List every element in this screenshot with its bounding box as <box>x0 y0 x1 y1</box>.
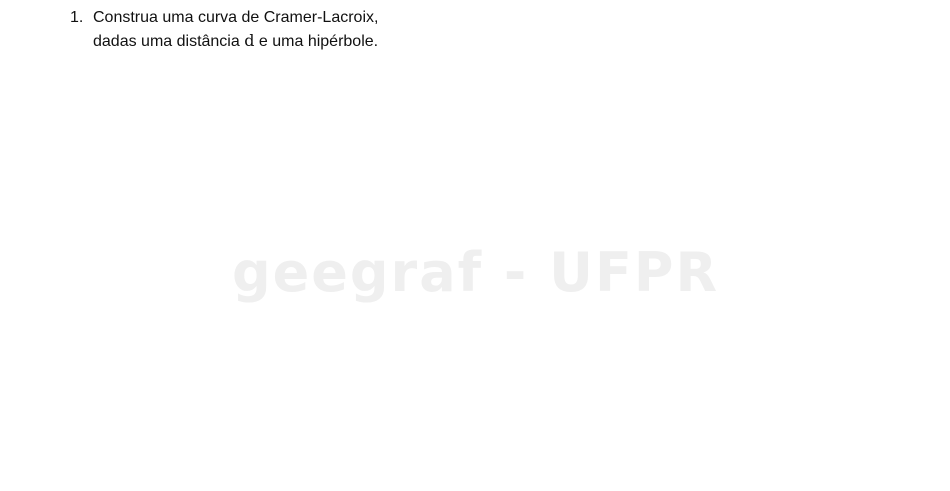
distance-variable: d <box>244 31 255 50</box>
exercise-statement: Construa uma curva de Cramer-Lacroix, da… <box>93 6 378 53</box>
statement-line-1: Construa uma curva de Cramer-Lacroix, <box>93 9 379 26</box>
watermark: geegraf - UFPR <box>232 241 720 304</box>
exercise-list: 1. Construa uma curva de Cramer-Lacroix,… <box>70 6 378 53</box>
exercise-item: 1. Construa uma curva de Cramer-Lacroix,… <box>70 6 378 53</box>
statement-line-2-end: e uma hipérbole. <box>254 33 379 50</box>
exercise-number: 1. <box>70 9 84 26</box>
statement-line-2-start: dadas uma distância <box>93 33 245 50</box>
